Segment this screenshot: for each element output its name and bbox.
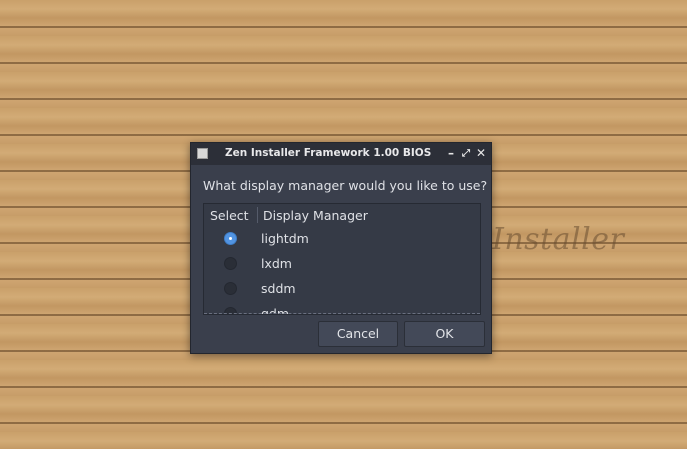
window-icon [197, 148, 208, 159]
question-label: What display manager would you like to u… [203, 178, 488, 193]
list-header: Select Display Manager [204, 204, 480, 226]
column-header-display-manager[interactable]: Display Manager [263, 208, 368, 223]
cancel-button[interactable]: Cancel [318, 321, 398, 347]
desktop: Installer Zen Installer Framework 1.00 B… [0, 0, 687, 449]
minimize-icon[interactable]: – [444, 146, 458, 161]
dialog-titlebar[interactable]: Zen Installer Framework 1.00 BIOS – ⤢ ✕ [191, 143, 491, 165]
radio-lightdm[interactable] [224, 232, 237, 245]
radio-lxdm[interactable] [224, 257, 237, 270]
column-header-select[interactable]: Select [210, 208, 249, 223]
list-item-label: lightdm [261, 231, 309, 246]
list-scroll-edge [204, 313, 480, 314]
ok-button[interactable]: OK [404, 321, 485, 347]
list-item[interactable]: lightdm [204, 226, 480, 251]
close-icon[interactable]: ✕ [474, 146, 488, 161]
wallpaper-logo-text: Installer [492, 222, 625, 257]
list-item[interactable]: sddm [204, 276, 480, 301]
radio-sddm[interactable] [224, 282, 237, 295]
list-item-label: sddm [261, 281, 296, 296]
list-item[interactable]: lxdm [204, 251, 480, 276]
dialog-title: Zen Installer Framework 1.00 BIOS [225, 147, 432, 159]
maximize-icon[interactable]: ⤢ [459, 146, 473, 161]
column-divider[interactable] [257, 207, 258, 223]
list-item-label: lxdm [261, 256, 292, 271]
display-manager-dialog: Zen Installer Framework 1.00 BIOS – ⤢ ✕ … [190, 142, 492, 354]
display-manager-list[interactable]: Select Display Manager lightdm lxdm sddm… [203, 203, 481, 315]
